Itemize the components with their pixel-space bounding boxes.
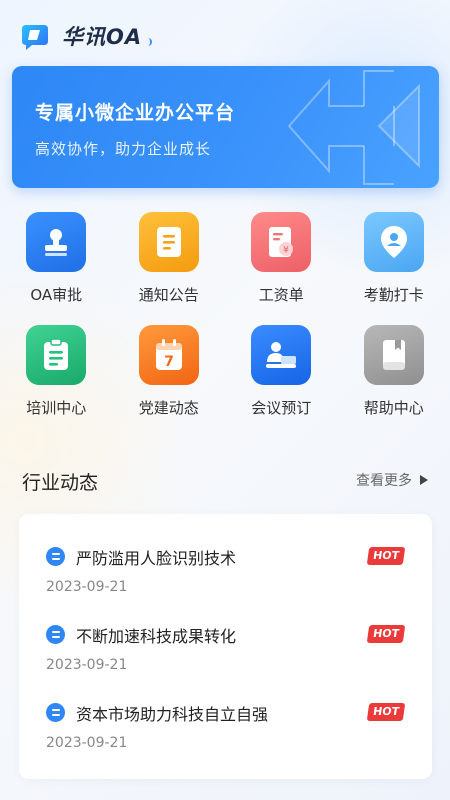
app-payslip[interactable]: ¥ 工资单	[225, 212, 338, 305]
news-item[interactable]: 资本市场助力科技自立自强 HOT 2023-09-21	[19, 701, 432, 779]
news-item[interactable]: 不断加速科技成果转化 HOT 2023-09-21	[19, 623, 432, 701]
view-more-label: 查看更多	[356, 473, 412, 489]
app-party-news[interactable]: 7 党建动态	[113, 325, 226, 418]
svg-text:7: 7	[164, 354, 174, 370]
message-icon	[46, 703, 65, 722]
app-label: 培训中心	[26, 399, 87, 417]
hot-badge: HOT	[366, 703, 406, 721]
location-pin-icon	[363, 212, 424, 272]
app-label: 会议预订	[251, 399, 312, 417]
app-notice[interactable]: 通知公告	[113, 212, 226, 305]
news-title: 严防滥用人脸识别技术	[76, 549, 237, 568]
banner-subtitle: 高效协作，助力企业成长	[35, 140, 212, 158]
news-title: 资本市场助力科技自立自强	[76, 705, 269, 724]
app-label: 党建动态	[138, 399, 199, 417]
app-header: 华讯OA	[20, 18, 153, 54]
news-date: 2023-09-21	[46, 579, 128, 595]
document-icon	[138, 212, 199, 272]
calendar-icon: 7	[138, 325, 199, 385]
banner-title: 专属小微企业办公平台	[35, 102, 236, 124]
news-title: 不断加速科技成果转化	[76, 627, 237, 646]
news-card: 严防滥用人脸识别技术 HOT 2023-09-21 不断加速科技成果转化 HOT…	[19, 514, 432, 779]
stamp-icon	[26, 212, 87, 272]
arrow-illustration	[288, 70, 420, 185]
view-more-link[interactable]: 查看更多	[356, 470, 428, 490]
news-item[interactable]: 严防滥用人脸识别技术 HOT 2023-09-21	[19, 545, 432, 623]
app-label: OA审批	[30, 286, 83, 304]
news-date: 2023-09-21	[46, 735, 128, 751]
svg-text:¥: ¥	[283, 246, 289, 256]
clipboard-icon	[26, 325, 87, 385]
news-date: 2023-09-21	[46, 657, 128, 673]
message-icon	[46, 547, 65, 566]
app-grid: OA审批 通知公告 ¥ 工资单 考勤打卡 培训中心 7 党建动态 会议预订 帮助…	[0, 212, 450, 418]
news-section-title: 行业动态	[22, 472, 99, 494]
app-label: 通知公告	[138, 286, 199, 304]
hot-badge: HOT	[366, 547, 406, 565]
hot-badge: HOT	[366, 625, 406, 643]
app-training[interactable]: 培训中心	[0, 325, 113, 418]
meeting-icon	[251, 325, 312, 385]
app-label: 帮助中心	[363, 399, 424, 417]
message-icon	[46, 625, 65, 644]
app-title: 华讯OA	[62, 21, 153, 51]
payslip-icon: ¥	[251, 212, 312, 272]
promo-banner[interactable]: 专属小微企业办公平台 高效协作，助力企业成长	[12, 66, 439, 188]
app-oa-approval[interactable]: OA审批	[0, 212, 113, 305]
triangle-right-icon	[420, 475, 428, 485]
app-attendance[interactable]: 考勤打卡	[338, 212, 450, 305]
app-meeting[interactable]: 会议预订	[225, 325, 338, 418]
book-icon	[363, 325, 424, 385]
app-label: 工资单	[258, 286, 304, 304]
app-logo-icon	[20, 21, 50, 51]
title-moon-decoration	[144, 38, 153, 46]
app-help[interactable]: 帮助中心	[338, 325, 450, 418]
app-label: 考勤打卡	[363, 286, 424, 304]
